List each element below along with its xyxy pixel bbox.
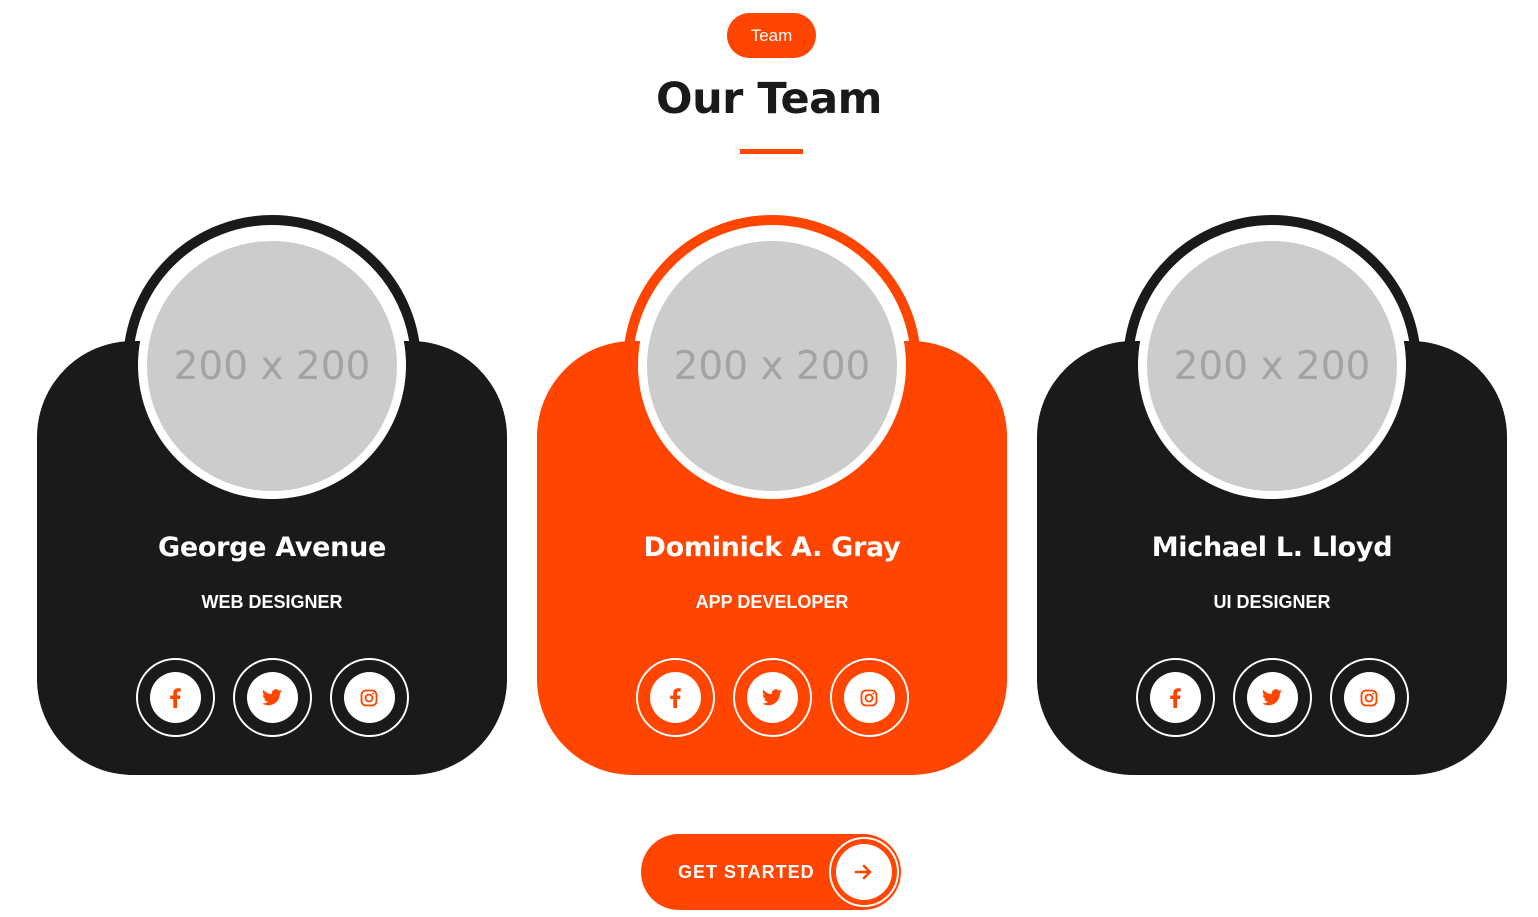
social-links (1037, 658, 1507, 737)
member-role: APP DEVELOPER (695, 592, 849, 612)
arrow-circle (829, 837, 899, 907)
section-badge: Team (727, 13, 816, 58)
team-section: Team Our Team 200 x 200 George Avenue WE… (0, 0, 1538, 917)
twitter-icon (246, 672, 298, 723)
facebook-icon (649, 672, 701, 723)
avatar: 200 x 200 (647, 241, 897, 491)
member-role: WEB DESIGNER (201, 592, 343, 612)
section-title: Our Team (656, 74, 882, 124)
avatar: 200 x 200 (147, 241, 397, 491)
team-card-michael-l-lloyd: 200 x 200 Michael L. Lloyd UI DESIGNER (1037, 215, 1507, 775)
instagram-link[interactable] (329, 658, 409, 737)
facebook-link[interactable] (135, 658, 215, 737)
social-links (537, 658, 1007, 737)
twitter-link[interactable] (1232, 658, 1312, 737)
instagram-link[interactable] (829, 658, 909, 737)
member-name: Dominick A. Gray (643, 532, 901, 563)
arrow-right-icon (836, 844, 892, 900)
instagram-icon (1343, 672, 1395, 723)
member-name: Michael L. Lloyd (1151, 532, 1393, 563)
facebook-icon (149, 672, 201, 723)
twitter-link[interactable] (232, 658, 312, 737)
get-started-label: GET STARTED (678, 861, 815, 882)
get-started-button[interactable]: GET STARTED (641, 834, 901, 910)
team-card-dominick-a-gray: 200 x 200 Dominick A. Gray APP DEVELOPER (537, 215, 1007, 775)
avatar: 200 x 200 (1147, 241, 1397, 491)
instagram-link[interactable] (1329, 658, 1409, 737)
team-card-george-avenue: 200 x 200 George Avenue WEB DESIGNER (37, 215, 507, 775)
title-underline (740, 149, 803, 154)
facebook-link[interactable] (635, 658, 715, 737)
member-name: George Avenue (157, 532, 387, 563)
facebook-link[interactable] (1135, 658, 1215, 737)
facebook-icon (1149, 672, 1201, 723)
twitter-link[interactable] (732, 658, 812, 737)
twitter-icon (1246, 672, 1298, 723)
instagram-icon (343, 672, 395, 723)
twitter-icon (746, 672, 798, 723)
instagram-icon (843, 672, 895, 723)
social-links (37, 658, 507, 737)
member-role: UI DESIGNER (1213, 592, 1331, 612)
